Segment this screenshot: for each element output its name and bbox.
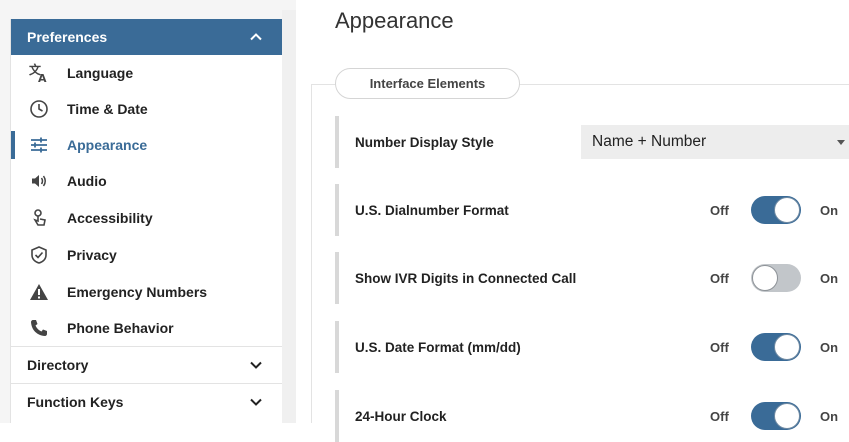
function-keys-section-header[interactable]: Function Keys: [11, 383, 282, 419]
speaker-icon: [28, 170, 50, 192]
row-indicator: [335, 116, 339, 168]
sidebar-panel: Preferences 文A Language Time & Date Appe…: [10, 19, 283, 423]
setting-label: Show IVR Digits in Connected Call: [355, 270, 577, 286]
clock-icon: [28, 98, 50, 120]
chevron-down-icon: [250, 398, 262, 406]
toggle-group: Off On: [708, 390, 849, 442]
sidebar-item-accessibility[interactable]: Accessibility: [11, 200, 282, 236]
warning-triangle-icon: [28, 281, 50, 303]
setting-row-us-dialnumber-format: U.S. Dialnumber Format Off On: [335, 184, 849, 236]
sidebar-scrollbar[interactable]: [282, 10, 296, 423]
row-indicator: [335, 390, 339, 442]
setting-row-us-date-format: U.S. Date Format (mm/dd) Off On: [335, 321, 849, 373]
sidebar-item-label: Privacy: [67, 247, 117, 263]
directory-label: Directory: [27, 356, 89, 373]
sidebar-item-label: Appearance: [67, 137, 148, 153]
sidebar-item-emergency-numbers[interactable]: Emergency Numbers: [11, 274, 282, 310]
directory-section-header[interactable]: Directory: [11, 346, 282, 382]
preferences-section-header[interactable]: Preferences: [11, 19, 282, 55]
setting-label: Number Display Style: [355, 134, 494, 150]
sidebar-item-label: Language: [67, 65, 134, 81]
toggle-off-label: Off: [710, 270, 729, 286]
toggle-knob: [774, 403, 800, 429]
sidebar-item-appearance[interactable]: Appearance: [11, 127, 282, 163]
sidebar-item-audio[interactable]: Audio: [11, 163, 282, 199]
page-title: Appearance: [335, 8, 454, 33]
toggle-off-label: Off: [710, 202, 729, 218]
us-date-format-toggle[interactable]: [751, 333, 801, 361]
fieldset-border-left: [311, 84, 312, 423]
us-dialnumber-format-toggle[interactable]: [751, 196, 801, 224]
chevron-down-icon: [250, 361, 262, 369]
setting-label: U.S. Date Format (mm/dd): [355, 339, 521, 355]
preferences-label: Preferences: [27, 29, 108, 45]
sidebar: Preferences 文A Language Time & Date Appe…: [0, 0, 296, 423]
setting-label: 24-Hour Clock: [355, 408, 447, 424]
translate-icon: 文A: [28, 62, 50, 84]
sidebar-item-label: Phone Behavior: [67, 320, 174, 336]
sidebar-item-label: Emergency Numbers: [67, 284, 208, 300]
toggle-on-label: On: [820, 408, 839, 424]
toggle-off-label: Off: [710, 408, 729, 424]
row-indicator: [335, 184, 339, 236]
section-legend: Interface Elements: [335, 68, 520, 99]
number-display-style-select[interactable]: Name + Number: [581, 125, 849, 159]
dropdown-caret-icon: [837, 140, 845, 145]
toggle-knob: [774, 334, 800, 360]
toggle-group: Off On: [708, 321, 849, 373]
toggle-on-label: On: [820, 339, 839, 355]
setting-row-number-display-style: Number Display Style Name + Number: [335, 116, 849, 168]
toggle-group: Off On: [708, 252, 849, 304]
toggle-off-label: Off: [710, 339, 729, 355]
select-value: Name + Number: [592, 133, 707, 150]
accessibility-hand-icon: [28, 207, 50, 229]
function-keys-label: Function Keys: [27, 393, 124, 410]
shield-check-icon: [28, 244, 50, 266]
show-ivr-digits-toggle[interactable]: [751, 264, 801, 292]
sidebar-item-label: Accessibility: [67, 210, 153, 226]
toggle-on-label: On: [820, 270, 839, 286]
svg-text:A: A: [38, 72, 47, 84]
sidebar-item-time-date[interactable]: Time & Date: [11, 91, 282, 127]
toggle-knob: [752, 265, 778, 291]
sidebar-item-phone-behavior[interactable]: Phone Behavior: [11, 310, 282, 346]
sidebar-item-privacy[interactable]: Privacy: [11, 237, 282, 273]
sliders-icon: [28, 134, 50, 156]
setting-row-show-ivr-digits: Show IVR Digits in Connected Call Off On: [335, 252, 849, 304]
row-indicator: [335, 321, 339, 373]
chevron-up-icon: [250, 33, 262, 41]
toggle-group: Off On: [708, 184, 849, 236]
toggle-knob: [774, 197, 800, 223]
toggle-on-label: On: [820, 202, 839, 218]
24-hour-clock-toggle[interactable]: [751, 402, 801, 430]
setting-row-24-hour-clock: 24-Hour Clock Off On: [335, 390, 849, 442]
sidebar-item-language[interactable]: 文A Language: [11, 55, 282, 91]
phone-icon: [28, 317, 50, 339]
setting-label: U.S. Dialnumber Format: [355, 202, 509, 218]
sidebar-item-label: Audio: [67, 173, 107, 189]
sidebar-item-label: Time & Date: [67, 101, 148, 117]
row-indicator: [335, 252, 339, 304]
